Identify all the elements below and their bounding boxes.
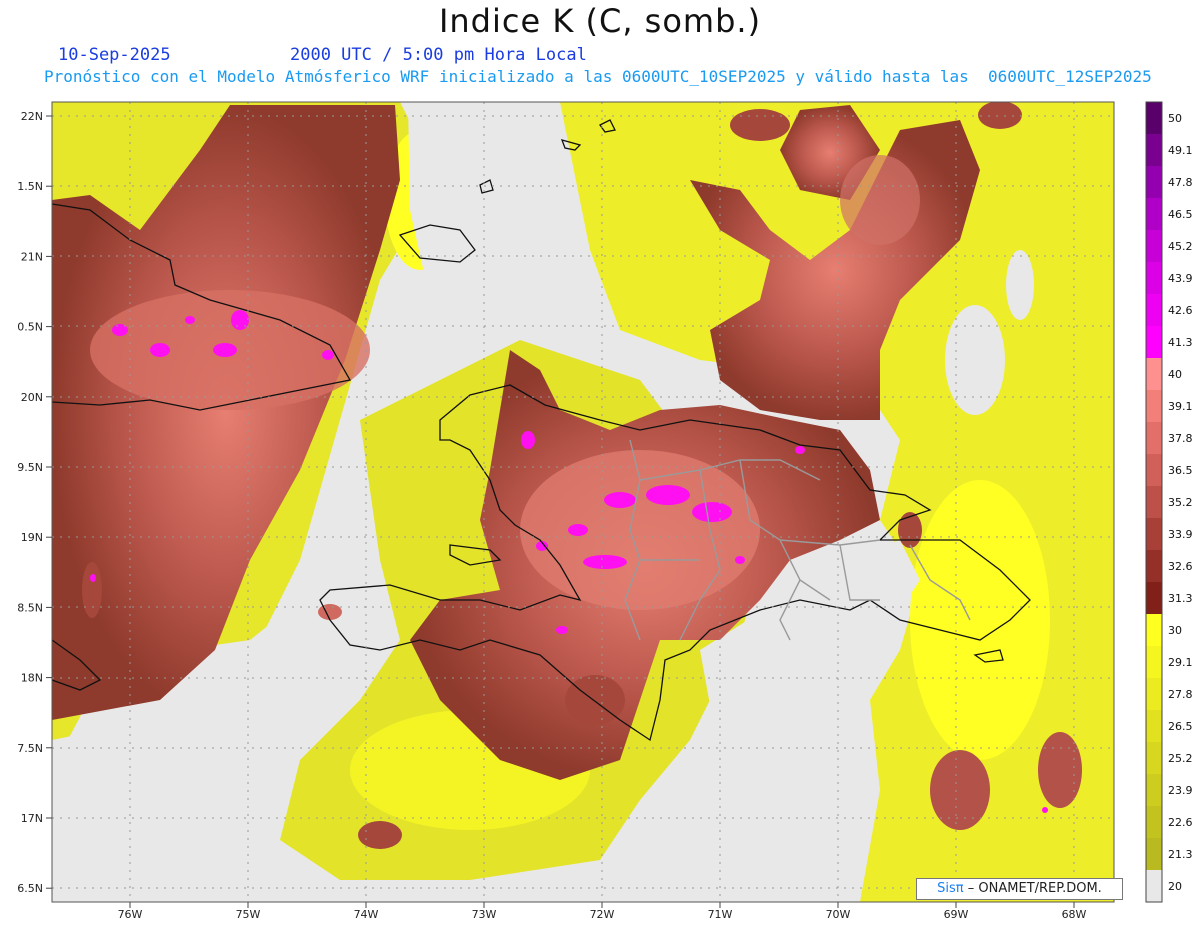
- legend-swatch: [1146, 838, 1162, 871]
- legend-label: 33.9: [1168, 528, 1193, 541]
- legend-swatch: [1146, 326, 1162, 359]
- legend-label: 47.8: [1168, 176, 1193, 189]
- credit-box: Sisπ – ONAMET/REP.DOM.: [916, 878, 1123, 900]
- legend-swatch: [1146, 390, 1162, 423]
- legend-swatch: [1146, 710, 1162, 743]
- lon-label: 70W: [826, 908, 851, 921]
- lon-label: 73W: [472, 908, 497, 921]
- legend-swatch: [1146, 358, 1162, 391]
- legend-label: 25.2: [1168, 752, 1193, 765]
- credit-logo: Sisπ: [937, 881, 964, 896]
- lat-label: 21N: [21, 250, 43, 263]
- legend-label: 21.3: [1168, 848, 1193, 861]
- legend-swatch: [1146, 806, 1162, 839]
- legend-swatch: [1146, 198, 1162, 231]
- lon-label: 71W: [708, 908, 733, 921]
- legend-swatch: [1146, 230, 1162, 263]
- latitude-axis: 22N 1.5N 21N 0.5N 20N 9.5N 19N 8.5N 18N 7.5N 17N 6.…: [17, 110, 52, 895]
- legend-label: 41.3: [1168, 336, 1193, 349]
- credit-text: – ONAMET/REP.DOM.: [967, 881, 1102, 896]
- legend-label: 27.8: [1168, 688, 1193, 701]
- legend-swatch: [1146, 422, 1162, 455]
- legend-label: 36.5: [1168, 464, 1193, 477]
- legend-swatch: [1146, 518, 1162, 551]
- lat-label: 8.5N: [17, 601, 43, 614]
- legend-swatch: [1146, 166, 1162, 199]
- lat-label: 20N: [21, 391, 43, 404]
- lon-label: 74W: [354, 908, 379, 921]
- lat-label: 17N: [21, 812, 43, 825]
- legend-label: 43.9: [1168, 272, 1193, 285]
- legend-swatch: [1146, 742, 1162, 775]
- legend-label: 46.5: [1168, 208, 1193, 221]
- lon-label: 69W: [944, 908, 969, 921]
- lat-label: 9.5N: [17, 461, 43, 474]
- map-field: [52, 102, 1114, 902]
- lat-label: 6.5N: [17, 882, 43, 895]
- legend-label: 20: [1168, 880, 1182, 893]
- legend-label: 30: [1168, 624, 1182, 637]
- lat-label: 0.5N: [17, 321, 43, 334]
- longitude-axis: 76W 75W 74W 73W 72W 71W 70W 69W 68W: [118, 902, 1087, 921]
- lon-label: 76W: [118, 908, 143, 921]
- legend-swatch: [1146, 870, 1162, 903]
- legend-label: 32.6: [1168, 560, 1193, 573]
- legend-swatch: [1146, 262, 1162, 295]
- color-legend: 50 49.1 47.8 46.5 45.2 43.9 42.6 41.3 40 39.1 37.8…: [1145, 101, 1193, 903]
- legend-label: 29.1: [1168, 656, 1193, 669]
- lat-label: 1.5N: [17, 180, 43, 193]
- lat-label: 7.5N: [17, 742, 43, 755]
- legend-swatch: [1146, 454, 1162, 487]
- lon-label: 68W: [1062, 908, 1087, 921]
- legend-swatch: [1146, 678, 1162, 711]
- legend-label: 49.1: [1168, 144, 1193, 157]
- legend-label: 39.1: [1168, 400, 1193, 413]
- legend-swatch: [1146, 486, 1162, 519]
- legend-swatch: [1146, 294, 1162, 327]
- legend-swatch: [1146, 582, 1162, 615]
- legend-label: 50: [1168, 112, 1182, 125]
- legend-label: 35.2: [1168, 496, 1193, 509]
- lon-label: 75W: [236, 908, 261, 921]
- legend-swatch: [1146, 134, 1162, 167]
- legend-label: 40: [1168, 368, 1182, 381]
- legend-label: 45.2: [1168, 240, 1193, 253]
- legend-swatch: [1146, 550, 1162, 583]
- legend-label: 31.3: [1168, 592, 1193, 605]
- lat-label: 19N: [21, 531, 43, 544]
- legend-label: 42.6: [1168, 304, 1193, 317]
- lon-label: 72W: [590, 908, 615, 921]
- k-index-map: 22N 1.5N 21N 0.5N 20N 9.5N 19N 8.5N 18N 7.5N 17N 6.…: [17, 101, 1193, 921]
- legend-label: 26.5: [1168, 720, 1193, 733]
- legend-swatch: [1146, 614, 1162, 647]
- legend-swatch: [1146, 102, 1162, 135]
- lat-label: 18N: [21, 672, 43, 685]
- legend-label: 22.6: [1168, 816, 1193, 829]
- legend-swatch: [1146, 774, 1162, 807]
- lat-label: 22N: [21, 110, 43, 123]
- legend-swatch: [1146, 646, 1162, 679]
- legend-label: 23.9: [1168, 784, 1193, 797]
- legend-label: 37.8: [1168, 432, 1193, 445]
